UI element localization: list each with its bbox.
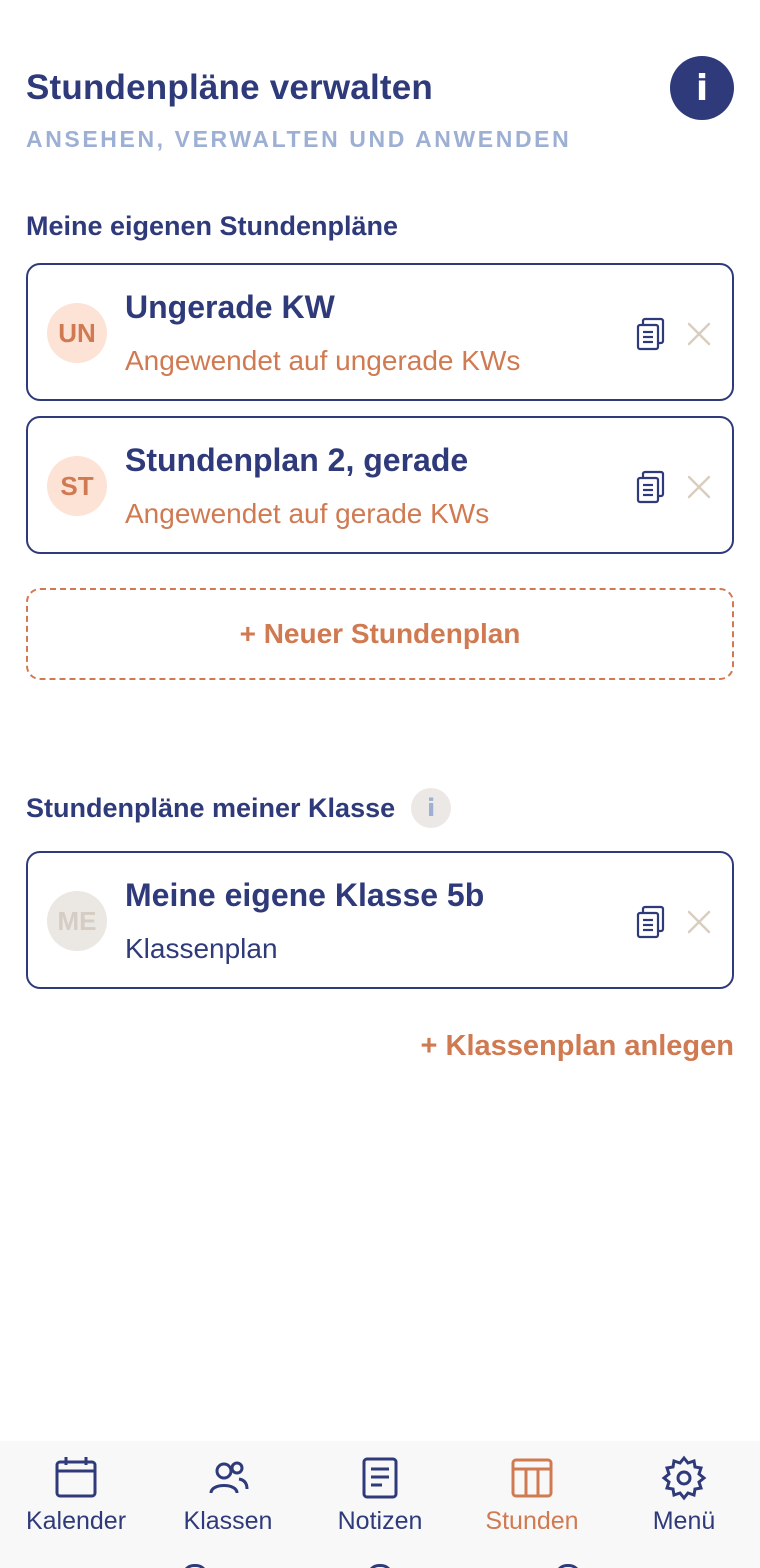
avatar: UN — [47, 303, 107, 363]
close-icon[interactable] — [686, 321, 712, 347]
page-header: Stundenpläne verwalten ANSEHEN, VERWALTE… — [26, 68, 571, 153]
nav-item-menue[interactable]: Menü — [608, 1455, 760, 1536]
calendar-icon — [55, 1457, 97, 1498]
timetable-card[interactable]: ST Stundenplan 2, gerade Angewendet auf … — [26, 416, 734, 554]
nav-item-klassen[interactable]: Klassen — [152, 1455, 304, 1536]
system-back-glyph — [182, 1564, 208, 1568]
class-timetable-card[interactable]: ME Meine eigene Klasse 5b Klassenplan — [26, 851, 734, 989]
timetable-card[interactable]: UN Ungerade KW Angewendet auf ungerade K… — [26, 263, 734, 401]
card-title: Stundenplan 2, gerade — [125, 442, 469, 478]
info-button[interactable]: i — [670, 56, 734, 120]
system-home-glyph — [367, 1564, 393, 1568]
nav-label: Klassen — [183, 1507, 273, 1535]
page-title: Stundenpläne verwalten — [26, 68, 433, 107]
nav-label: Menü — [652, 1507, 716, 1535]
avatar: ME — [47, 891, 107, 951]
close-icon[interactable] — [686, 909, 712, 935]
new-timetable-button[interactable]: + Neuer Stundenplan — [26, 588, 734, 680]
close-icon[interactable] — [686, 474, 712, 500]
card-subtitle: Angewendet auf gerade KWs — [125, 498, 490, 529]
gear-icon — [661, 1455, 707, 1501]
card-title: Meine eigene Klasse 5b — [125, 877, 485, 913]
card-title: Ungerade KW — [125, 289, 335, 325]
own-timetables-heading: Meine eigenen Stundenpläne — [26, 211, 399, 241]
avatar: ST — [47, 456, 107, 516]
add-class-plan-link[interactable]: + Klassenplan anlegen — [421, 1030, 734, 1063]
users-icon — [209, 1461, 249, 1494]
bottom-navigation: Kalender Klassen Notizen Stunden Menü — [0, 1441, 760, 1568]
info-icon[interactable]: i — [411, 788, 452, 828]
nav-item-stunden[interactable]: Stunden — [456, 1455, 608, 1536]
nav-label: Kalender — [25, 1507, 127, 1535]
card-subtitle: Klassenplan — [125, 933, 278, 964]
nav-label: Stunden — [485, 1507, 579, 1535]
timetable-icon — [511, 1458, 553, 1498]
nav-item-kalender[interactable]: Kalender — [0, 1455, 152, 1536]
system-recent-glyph — [555, 1564, 581, 1568]
class-timetables-title: Stundenpläne meiner Klasse — [26, 792, 396, 823]
info-icon: i — [695, 67, 709, 109]
nav-item-notizen[interactable]: Notizen — [304, 1455, 456, 1536]
copy-icon[interactable] — [635, 317, 667, 351]
notes-icon — [362, 1457, 398, 1499]
card-subtitle: Angewendet auf ungerade KWs — [125, 345, 521, 376]
nav-label: Notizen — [337, 1507, 423, 1535]
class-timetables-heading: Stundenpläne meiner Klasse i — [26, 788, 452, 828]
page-subtitle: ANSEHEN, VERWALTEN UND ANWENDEN — [26, 126, 572, 152]
copy-icon[interactable] — [635, 470, 667, 504]
copy-icon[interactable] — [635, 905, 667, 939]
